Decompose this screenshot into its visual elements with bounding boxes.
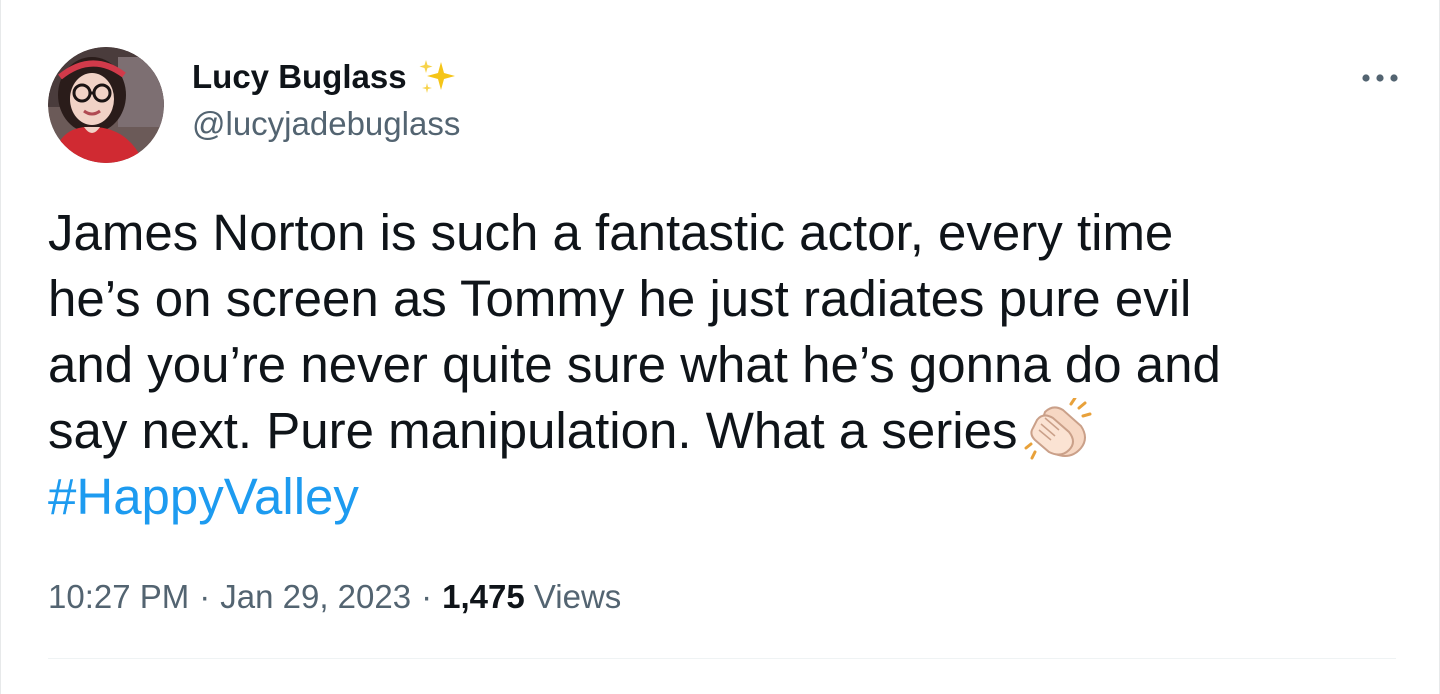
more-icon — [1362, 74, 1398, 82]
tweet-text-line: James Norton is such a fantastic actor, … — [48, 204, 1174, 261]
tweet-date[interactable]: Jan 29, 2023 — [220, 578, 411, 615]
avatar[interactable] — [48, 47, 164, 163]
author-display-row[interactable]: Lucy Buglass — [192, 56, 460, 98]
tweet-meta: 10:27 PM · Jan 29, 2023 · 1,475 Views — [48, 575, 621, 619]
tweet-text-line-last: say next. Pure manipulation. What a seri… — [48, 396, 1408, 464]
tweet-text-line: say next. Pure manipulation. What a seri… — [48, 402, 1018, 459]
views-label: Views — [533, 578, 622, 615]
author-display-name[interactable]: Lucy Buglass — [192, 57, 407, 97]
author-handle[interactable]: @lucyjadebuglass — [192, 104, 460, 144]
meta-separator: · — [421, 578, 433, 615]
clapping-hands-icon — [1023, 396, 1095, 462]
sparkles-icon — [417, 56, 459, 98]
tweet-time[interactable]: 10:27 PM — [48, 578, 189, 615]
hashtag-line: #HappyValley — [48, 464, 1408, 530]
author-names: Lucy Buglass @lucyjadebuglass — [192, 56, 460, 144]
divider — [48, 658, 1396, 659]
more-options-button[interactable] — [1351, 58, 1409, 98]
tweet-text: James Norton is such a fantastic actor, … — [48, 200, 1408, 530]
meta-separator: · — [199, 578, 211, 615]
tweet-header: Lucy Buglass @lucyjadebuglass — [48, 47, 460, 163]
views-count: 1,475 — [442, 578, 525, 615]
tweet-text-line: and you’re never quite sure what he’s go… — [48, 336, 1221, 393]
hashtag-link[interactable]: #HappyValley — [48, 468, 359, 525]
avatar-image — [48, 47, 164, 163]
tweet-card: Lucy Buglass @lucyjadebuglass James Nort… — [0, 0, 1440, 694]
tweet-text-line: he’s on screen as Tommy he just radiates… — [48, 270, 1192, 327]
